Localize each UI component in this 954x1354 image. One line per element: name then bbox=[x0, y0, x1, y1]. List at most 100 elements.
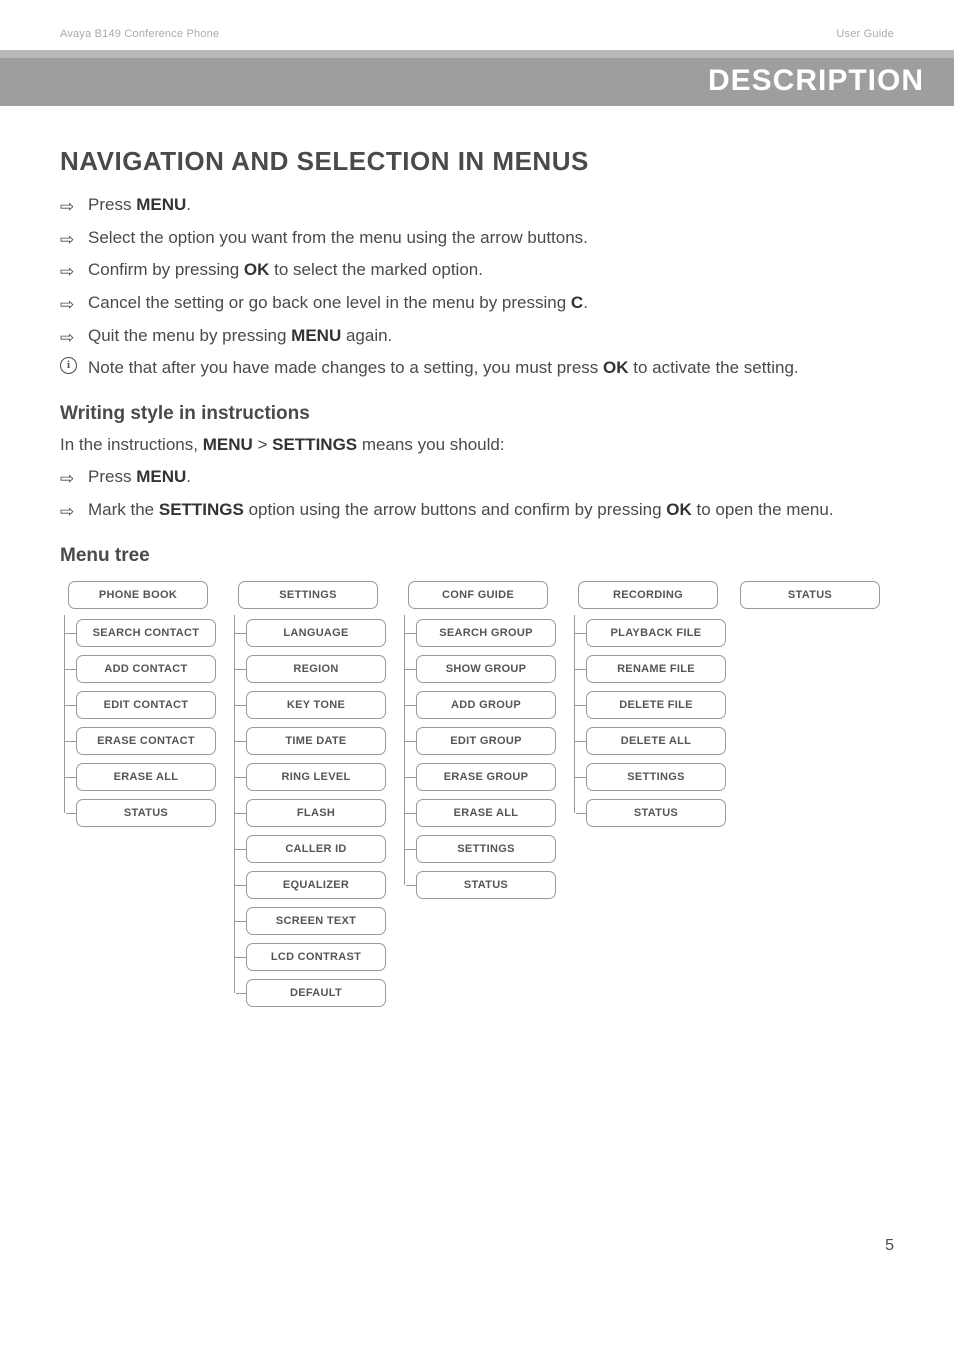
step-keyword: MENU bbox=[136, 195, 186, 214]
intro-keyword: MENU bbox=[203, 435, 253, 454]
steps-list-primary: ⇨ Press MENU. ⇨ Select the option you wa… bbox=[60, 193, 894, 381]
tree-child-node: SEARCH CONTACT bbox=[76, 619, 216, 647]
arrow-right-icon: ⇨ bbox=[60, 228, 74, 253]
step-item: ⇨ Cancel the setting or go back one leve… bbox=[60, 291, 894, 316]
tree-child-node: STATUS bbox=[416, 871, 556, 899]
tree-child-node: EQUALIZER bbox=[246, 871, 386, 899]
page-title: NAVIGATION AND SELECTION IN MENUS bbox=[60, 146, 894, 177]
tree-child-node: STATUS bbox=[76, 799, 216, 827]
intro-text: means you should: bbox=[357, 435, 504, 454]
tree-child-wrapper: CALLER ID bbox=[246, 835, 386, 863]
tree-child-node: ERASE ALL bbox=[416, 799, 556, 827]
tree-column: STATUS bbox=[740, 581, 880, 619]
tree-child-node: ADD GROUP bbox=[416, 691, 556, 719]
tree-child-wrapper: RENAME FILE bbox=[586, 655, 726, 683]
step-text: Quit the menu by pressing bbox=[88, 326, 291, 345]
step-item: ⇨ Select the option you want from the me… bbox=[60, 226, 894, 251]
tree-children: SEARCH CONTACT ADD CONTACT EDIT CONTACT ERA… bbox=[60, 619, 216, 827]
tree-child-wrapper: ERASE ALL bbox=[416, 799, 556, 827]
tree-root-node: STATUS bbox=[740, 581, 880, 609]
tree-child-wrapper: LCD CONTRAST bbox=[246, 943, 386, 971]
tree-child-wrapper: STATUS bbox=[416, 871, 556, 899]
step-keyword: OK bbox=[666, 500, 692, 519]
tree-child-wrapper: ERASE CONTACT bbox=[76, 727, 216, 755]
tree-child-node: SHOW GROUP bbox=[416, 655, 556, 683]
step-keyword: MENU bbox=[136, 467, 186, 486]
step-text: Press bbox=[88, 467, 136, 486]
tree-children: PLAYBACK FILE RENAME FILE DELETE FILE DELET… bbox=[570, 619, 726, 827]
page-header: Avaya B149 Conference Phone User Guide bbox=[0, 0, 954, 50]
step-keyword: OK bbox=[603, 358, 629, 377]
tree-child-wrapper: TIME DATE bbox=[246, 727, 386, 755]
section-ribbon: DESCRIPTION bbox=[0, 58, 954, 106]
tree-child-node: EDIT CONTACT bbox=[76, 691, 216, 719]
arrow-right-icon: ⇨ bbox=[60, 500, 74, 525]
tree-child-wrapper: ERASE GROUP bbox=[416, 763, 556, 791]
tree-child-node: TIME DATE bbox=[246, 727, 386, 755]
header-left: Avaya B149 Conference Phone bbox=[60, 28, 219, 40]
tree-column: RECORDINGPLAYBACK FILERENAME FILEDELETE … bbox=[570, 581, 726, 827]
writing-intro: In the instructions, MENU > SETTINGS mea… bbox=[60, 433, 894, 458]
tree-child-node: REGION bbox=[246, 655, 386, 683]
tree-child-wrapper: SHOW GROUP bbox=[416, 655, 556, 683]
intro-text: In the instructions, bbox=[60, 435, 203, 454]
tree-child-wrapper: SEARCH GROUP bbox=[416, 619, 556, 647]
tree-child-node: CALLER ID bbox=[246, 835, 386, 863]
tree-child-wrapper: ADD CONTACT bbox=[76, 655, 216, 683]
step-item: ⇨ Confirm by pressing OK to select the m… bbox=[60, 258, 894, 283]
tree-child-wrapper: SCREEN TEXT bbox=[246, 907, 386, 935]
tree-root-node: PHONE BOOK bbox=[68, 581, 208, 609]
tree-column: SETTINGSLANGUAGEREGIONKEY TONETIME DATER… bbox=[230, 581, 386, 1007]
tree-child-node: ERASE CONTACT bbox=[76, 727, 216, 755]
tree-child-node: ADD CONTACT bbox=[76, 655, 216, 683]
subheading-writing-style: Writing style in instructions bbox=[60, 403, 894, 425]
step-item: ⇨ Mark the SETTINGS option using the arr… bbox=[60, 498, 894, 523]
tree-child-wrapper: PLAYBACK FILE bbox=[586, 619, 726, 647]
step-text: to select the marked option. bbox=[269, 260, 483, 279]
tree-column: CONF GUIDESEARCH GROUPSHOW GROUPADD GROU… bbox=[400, 581, 556, 899]
tree-child-node: LCD CONTRAST bbox=[246, 943, 386, 971]
step-item: ⇨ Press MENU. bbox=[60, 193, 894, 218]
tree-child-wrapper: SETTINGS bbox=[416, 835, 556, 863]
tree-root-node: SETTINGS bbox=[238, 581, 378, 609]
step-keyword: MENU bbox=[291, 326, 341, 345]
header-divider bbox=[0, 50, 954, 58]
tree-child-node: FLASH bbox=[246, 799, 386, 827]
page-number: 5 bbox=[0, 1237, 954, 1285]
intro-keyword: SETTINGS bbox=[272, 435, 357, 454]
tree-child-node: DEFAULT bbox=[246, 979, 386, 1007]
arrow-right-icon: ⇨ bbox=[60, 260, 74, 285]
header-right: User Guide bbox=[836, 28, 894, 40]
step-item: ⇨ Quit the menu by pressing MENU again. bbox=[60, 324, 894, 349]
tree-child-wrapper: EQUALIZER bbox=[246, 871, 386, 899]
menu-tree: PHONE BOOK SEARCH CONTACT ADD CONTACT EDIT … bbox=[60, 581, 894, 1007]
tree-child-wrapper: STATUS bbox=[76, 799, 216, 827]
step-text: option using the arrow buttons and confi… bbox=[244, 500, 666, 519]
arrow-right-icon: ⇨ bbox=[60, 195, 74, 220]
tree-child-node: SETTINGS bbox=[416, 835, 556, 863]
steps-list-secondary: ⇨ Press MENU. ⇨ Mark the SETTINGS option… bbox=[60, 465, 894, 522]
tree-child-node: DELETE FILE bbox=[586, 691, 726, 719]
tree-child-node: DELETE ALL bbox=[586, 727, 726, 755]
step-text: Press bbox=[88, 195, 136, 214]
tree-child-node: SETTINGS bbox=[586, 763, 726, 791]
tree-child-node: STATUS bbox=[586, 799, 726, 827]
step-text: to open the menu. bbox=[692, 500, 834, 519]
tree-child-node: ERASE ALL bbox=[76, 763, 216, 791]
tree-child-node: PLAYBACK FILE bbox=[586, 619, 726, 647]
arrow-right-icon: ⇨ bbox=[60, 293, 74, 318]
tree-child-wrapper: REGION bbox=[246, 655, 386, 683]
step-item: ⇨ Press MENU. bbox=[60, 465, 894, 490]
tree-child-wrapper: SETTINGS bbox=[586, 763, 726, 791]
step-text: Select the option you want from the menu… bbox=[88, 228, 588, 247]
tree-child-wrapper: RING LEVEL bbox=[246, 763, 386, 791]
tree-child-wrapper: ERASE ALL bbox=[76, 763, 216, 791]
step-text: again. bbox=[341, 326, 392, 345]
info-icon: i bbox=[60, 357, 77, 374]
tree-child-node: RENAME FILE bbox=[586, 655, 726, 683]
step-text: to activate the setting. bbox=[629, 358, 799, 377]
subheading-menu-tree: Menu tree bbox=[60, 545, 894, 567]
step-text: . bbox=[186, 195, 191, 214]
step-keyword: SETTINGS bbox=[159, 500, 244, 519]
tree-child-wrapper: EDIT CONTACT bbox=[76, 691, 216, 719]
